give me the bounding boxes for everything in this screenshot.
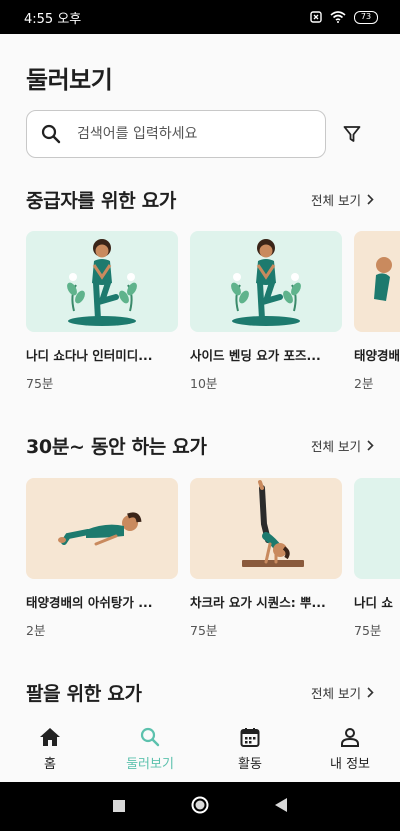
- card-title: 태양경배: [354, 348, 400, 363]
- section-title: 30분~ 동안 하는 요가: [26, 436, 207, 458]
- card-image: [354, 478, 400, 579]
- page-title: 둘러보기: [26, 66, 113, 94]
- status-icons: 73: [310, 10, 378, 24]
- lying-pose-illustration: [58, 512, 142, 546]
- card-duration: 2분: [26, 623, 46, 638]
- chevron-right-icon: [367, 687, 374, 698]
- see-all-link[interactable]: 전체 보기: [311, 436, 374, 455]
- status-bar: 4:55 오후 73: [0, 0, 400, 34]
- calendar-icon: [240, 727, 260, 747]
- sim-icon: [310, 11, 322, 23]
- nav-label: 둘러보기: [126, 756, 174, 772]
- yoga-card[interactable]: 나디 쇼 75분: [354, 478, 400, 638]
- card-title: 나디 쇼다나 인터미디...: [26, 348, 153, 363]
- yoga-pose-illustration: [374, 257, 392, 301]
- card-image: [26, 478, 178, 579]
- recents-icon[interactable]: [112, 797, 125, 816]
- yoga-card[interactable]: 태양경배의 아쉬탕가 ... 2분: [26, 478, 178, 638]
- search-icon: [140, 727, 160, 746]
- chevron-right-icon: [367, 440, 374, 451]
- card-image: [190, 478, 342, 579]
- card-title: 나디 쇼: [354, 595, 393, 610]
- card-row-intermediate: 나디 쇼다나 인터미디... 75분 사이드 벤딩 요가 포즈... 10분 태…: [26, 231, 400, 391]
- search-icon: [41, 124, 61, 144]
- section-header-intermediate: 중급자를 위한 요가 전체 보기: [26, 186, 374, 213]
- nav-item-profile[interactable]: 내 정보: [300, 716, 400, 782]
- battery-indicator: 73: [354, 10, 378, 24]
- card-image: [354, 231, 400, 332]
- nav-item-browse[interactable]: 둘러보기: [100, 716, 200, 782]
- yoga-card[interactable]: 사이드 벤딩 요가 포즈... 10분: [190, 231, 342, 391]
- card-duration: 75분: [26, 376, 54, 391]
- filter-icon: [343, 126, 361, 142]
- card-duration: 2분: [354, 376, 374, 391]
- search-input[interactable]: [77, 126, 297, 142]
- see-all-link[interactable]: 전체 보기: [311, 683, 374, 702]
- filter-button[interactable]: [340, 122, 364, 146]
- card-duration: 75분: [354, 623, 382, 638]
- section-title: 중급자를 위한 요가: [26, 190, 177, 212]
- status-time: 4:55 오후: [24, 11, 82, 27]
- nav-item-activity[interactable]: 활동: [200, 716, 300, 782]
- bottom-navigation: 홈 둘러보기 활동 내 정보: [0, 716, 400, 782]
- card-title: 차크라 요가 시퀀스: 뿌...: [190, 595, 326, 610]
- card-image: [26, 231, 178, 332]
- card-title: 태양경배의 아쉬탕가 ...: [26, 595, 153, 610]
- yoga-card[interactable]: 태양경배 2분: [354, 231, 400, 391]
- card-title: 사이드 벤딩 요가 포즈...: [190, 348, 321, 363]
- nav-label: 활동: [238, 756, 262, 772]
- search-row: [26, 110, 376, 158]
- person-icon: [341, 727, 359, 747]
- yoga-card[interactable]: 나디 쇼다나 인터미디... 75분: [26, 231, 178, 391]
- wifi-icon: [330, 11, 346, 23]
- card-image: [190, 231, 342, 332]
- nav-item-home[interactable]: 홈: [0, 716, 100, 782]
- system-navigation-bar: [0, 782, 400, 831]
- handstand-pose-illustration: [242, 480, 304, 567]
- home-circle-icon[interactable]: [191, 796, 209, 818]
- home-icon: [40, 727, 60, 746]
- card-row-30min: 태양경배의 아쉬탕가 ... 2분 차크라 요가 시퀀스: 뿌... 75분 나…: [26, 478, 400, 638]
- see-all-link[interactable]: 전체 보기: [311, 190, 374, 209]
- card-duration: 75분: [190, 623, 218, 638]
- see-all-label: 전체 보기: [311, 439, 361, 454]
- chevron-right-icon: [367, 194, 374, 205]
- section-header-30min: 30분~ 동안 하는 요가 전체 보기: [26, 432, 374, 459]
- card-duration: 10분: [190, 376, 218, 391]
- section-header-arms: 팔을 위한 요가 전체 보기: [26, 679, 374, 706]
- see-all-label: 전체 보기: [311, 193, 361, 208]
- yoga-card[interactable]: 차크라 요가 시퀀스: 뿌... 75분: [190, 478, 342, 638]
- tree-pose-illustration: [67, 239, 137, 326]
- search-box[interactable]: [26, 110, 326, 158]
- see-all-label: 전체 보기: [311, 686, 361, 701]
- nav-label: 홈: [44, 756, 56, 772]
- section-title: 팔을 위한 요가: [26, 683, 142, 705]
- tree-pose-illustration: [231, 239, 301, 326]
- nav-label: 내 정보: [329, 756, 370, 772]
- back-icon[interactable]: [274, 797, 288, 816]
